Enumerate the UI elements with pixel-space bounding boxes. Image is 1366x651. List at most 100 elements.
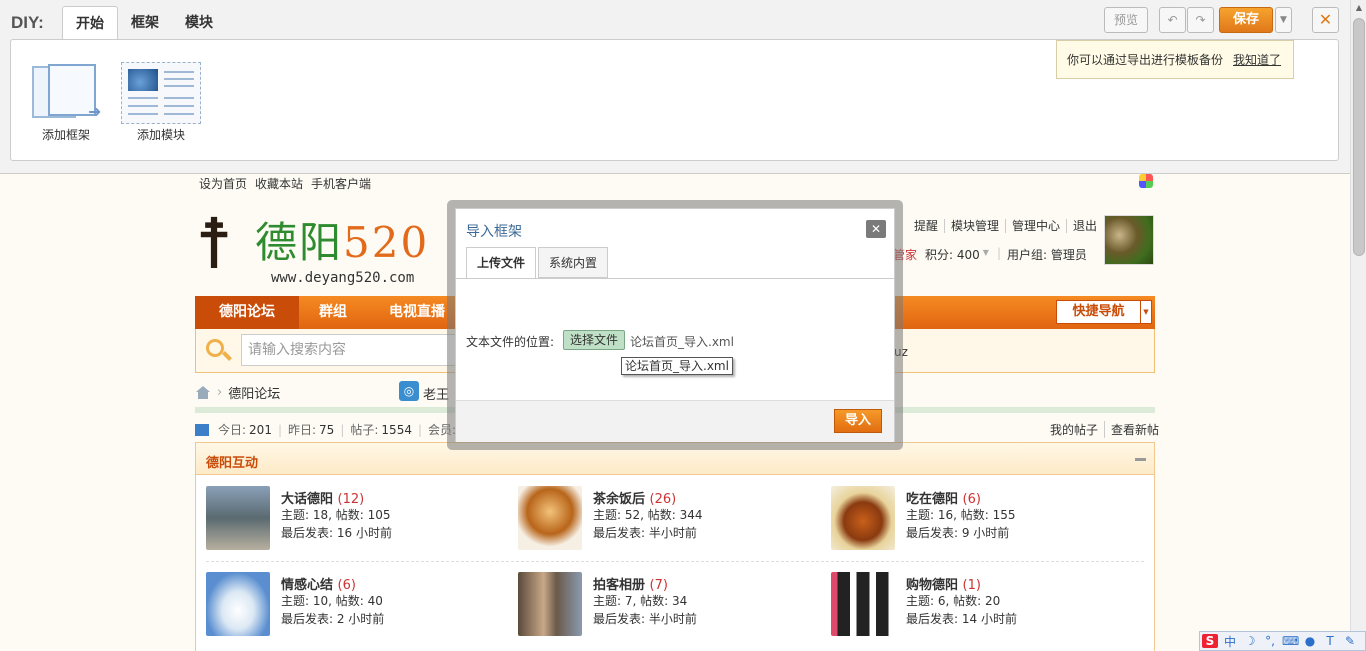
- diy-tab-module[interactable]: 模块: [172, 6, 226, 40]
- import-button[interactable]: 导入: [834, 409, 882, 433]
- tab-upload-file[interactable]: 上传文件: [466, 247, 537, 279]
- forum-name[interactable]: 大话德阳 (12): [281, 488, 364, 507]
- search-input[interactable]: 请输入搜索内容: [241, 334, 456, 366]
- module-icon: [121, 62, 201, 124]
- forum-item: 情感心结 (6) 主题: 10, 帖数: 40 最后发表: 2 小时前: [206, 572, 506, 636]
- user-icon[interactable]: ●: [1302, 634, 1318, 648]
- set-homepage-link[interactable]: 设为首页: [199, 175, 247, 192]
- forum-category-title[interactable]: 德阳互动: [206, 452, 258, 471]
- nav-item-forum[interactable]: 德阳论坛: [195, 296, 299, 329]
- forum-thumb[interactable]: [831, 572, 895, 636]
- forum-item: 大话德阳 (12) 主题: 18, 帖数: 105 最后发表: 16 小时前: [206, 486, 506, 550]
- chinese-mode-icon[interactable]: 中: [1222, 633, 1238, 650]
- notice-text[interactable]: 老王: [423, 384, 449, 403]
- home-icon[interactable]: [195, 385, 211, 400]
- page-scrollbar[interactable]: ▲: [1350, 0, 1366, 651]
- user-group[interactable]: 用户组: 管理员: [1007, 246, 1087, 263]
- forum-thumb[interactable]: [831, 486, 895, 550]
- yesterday-count: 75: [319, 422, 335, 437]
- breadcrumb-forum[interactable]: 德阳论坛: [228, 383, 280, 402]
- posts-count: 1554: [381, 422, 412, 437]
- forum-item: 购物德阳 (1) 主题: 6, 帖数: 20 最后发表: 14 小时前: [831, 572, 1131, 636]
- forum-thumb[interactable]: [206, 572, 270, 636]
- forum-thumb[interactable]: [206, 486, 270, 550]
- dialog-close-button[interactable]: ✕: [866, 220, 886, 238]
- scroll-thumb[interactable]: [1353, 18, 1365, 256]
- module-manage-link[interactable]: 模块管理: [944, 219, 1005, 233]
- forum-stats: 今日:201 | 昨日:75 | 帖子:1554 | 会员:4: [195, 421, 467, 438]
- forum-thumb[interactable]: [518, 572, 582, 636]
- add-module-label: 添加模块: [136, 128, 185, 142]
- moon-icon[interactable]: ☽: [1242, 634, 1258, 648]
- forum-name[interactable]: 购物德阳 (1): [906, 574, 981, 593]
- quick-nav-chevron-icon[interactable]: ▼: [1140, 300, 1152, 324]
- logo-figure-icon: ☨: [195, 203, 234, 285]
- forum-name[interactable]: 茶余饭后 (26): [593, 488, 676, 507]
- diy-tab-start[interactable]: 开始: [62, 6, 118, 41]
- points[interactable]: 积分: 400: [925, 246, 980, 263]
- points-chevron-icon[interactable]: ▼: [983, 246, 989, 263]
- tab-system-builtin[interactable]: 系统内置: [538, 247, 609, 278]
- sogou-logo-icon[interactable]: S: [1202, 634, 1218, 648]
- collapse-icon[interactable]: [1135, 458, 1146, 461]
- keyboard-icon[interactable]: ⌨: [1282, 634, 1299, 648]
- quick-nav-button[interactable]: 快捷导航: [1056, 300, 1141, 324]
- forum-topics: 主题: 10, 帖数: 40: [281, 594, 383, 608]
- add-frame-label: 添加框架: [41, 128, 90, 142]
- undo-button[interactable]: ↶: [1159, 7, 1186, 33]
- forum-name[interactable]: 拍客相册 (7): [593, 574, 668, 593]
- dialog-footer: 导入: [456, 400, 894, 442]
- bookmark-link[interactable]: 收藏本站: [255, 175, 303, 192]
- file-location-label: 文本文件的位置:: [466, 335, 555, 349]
- style-switch-icon[interactable]: [1139, 174, 1153, 188]
- avatar[interactable]: [1104, 215, 1154, 265]
- forum-thumb[interactable]: [518, 486, 582, 550]
- tip-dismiss-link[interactable]: 我知道了: [1233, 53, 1281, 67]
- admin-center-link[interactable]: 管理中心: [1005, 219, 1066, 233]
- user-menu: 提醒 模块管理 管理中心 退出: [908, 219, 1103, 233]
- search-icon: [206, 339, 232, 363]
- diy-label: DIY:: [11, 13, 44, 32]
- top-links: 设为首页 收藏本站 手机客户端: [199, 175, 371, 192]
- forum-last-post: 最后发表: 14 小时前: [906, 612, 1017, 626]
- dialog-title: 导入框架: [466, 224, 522, 240]
- mobile-client-link[interactable]: 手机客户端: [311, 175, 371, 192]
- user-info: 管家 积分: 400 ▼ | 用户组: 管理员: [893, 246, 1087, 263]
- frame-icon: ➜: [26, 62, 106, 124]
- breadcrumb: › 德阳论坛: [195, 383, 280, 402]
- preview-button[interactable]: 预览: [1104, 7, 1148, 33]
- save-button[interactable]: 保存: [1219, 7, 1273, 33]
- logout-link[interactable]: 退出: [1066, 219, 1103, 233]
- diy-toolbar: DIY: 开始 框架 模块 ➜ 添加框架 添加模块 预览 ↶ ↷ 保存 ▼ ✕ …: [0, 0, 1350, 174]
- scroll-up-icon[interactable]: ▲: [1351, 0, 1366, 16]
- forum-last-post: 最后发表: 9 小时前: [906, 526, 1010, 540]
- redo-icon: ↷: [1195, 13, 1206, 27]
- diy-tab-frame[interactable]: 框架: [118, 6, 172, 40]
- my-posts-link[interactable]: 我的帖子: [1044, 421, 1104, 438]
- forum-topics: 主题: 6, 帖数: 20: [906, 594, 1001, 608]
- forum-topics: 主题: 7, 帖数: 34: [593, 594, 688, 608]
- add-frame-button[interactable]: ➜ 添加框架: [26, 62, 106, 143]
- forum-item: 拍客相册 (7) 主题: 7, 帖数: 34 最后发表: 半小时前: [518, 572, 818, 636]
- nav-item-group[interactable]: 群组: [299, 296, 367, 329]
- forum-last-post: 最后发表: 2 小时前: [281, 612, 385, 626]
- punctuation-icon[interactable]: °,: [1262, 634, 1278, 648]
- close-icon: ✕: [1318, 10, 1333, 29]
- forum-name[interactable]: 吃在德阳 (6): [906, 488, 981, 507]
- save-dropdown-button[interactable]: ▼: [1275, 7, 1292, 33]
- forum-category: 德阳互动 大话德阳 (12) 主题: 18, 帖数: 105 最后发表: 16 …: [195, 442, 1155, 651]
- breadcrumb-separator: ›: [217, 385, 223, 400]
- tools-icon[interactable]: ✎: [1342, 634, 1358, 648]
- site-logo[interactable]: ☨ 德阳520 www.deyang520.com: [195, 203, 455, 290]
- remind-link[interactable]: 提醒: [908, 219, 944, 233]
- choose-file-button[interactable]: 选择文件: [563, 330, 625, 350]
- skin-icon[interactable]: T: [1322, 634, 1338, 648]
- diy-close-button[interactable]: ✕: [1312, 7, 1339, 33]
- dialog-tabs: 上传文件 系统内置: [466, 247, 610, 279]
- selected-file-name: 论坛首页_导入.xml: [630, 335, 734, 349]
- add-module-button[interactable]: 添加模块: [121, 62, 201, 143]
- forum-topics: 主题: 18, 帖数: 105: [281, 508, 391, 522]
- new-posts-link[interactable]: 查看新帖: [1104, 421, 1165, 438]
- redo-button[interactable]: ↷: [1187, 7, 1214, 33]
- forum-name[interactable]: 情感心结 (6): [281, 574, 356, 593]
